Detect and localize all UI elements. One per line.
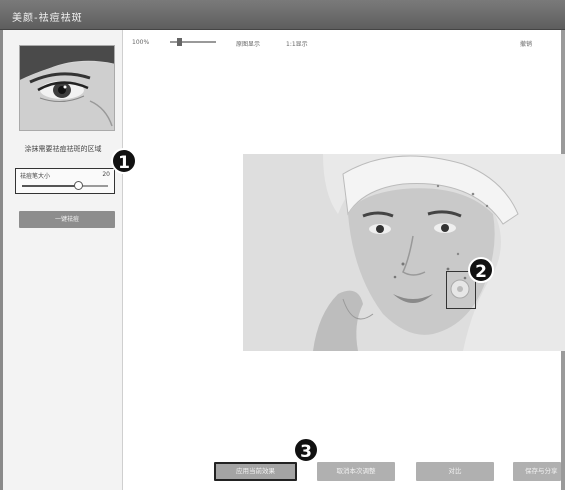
toolbar: 100% 原图显示 1:1显示 撤销 [124, 33, 561, 51]
apply-effect-button[interactable]: 应用当前效果 [214, 462, 297, 481]
brush-size-control: 祛痘笔大小 20 [15, 168, 115, 194]
hint-text: 涂抹需要祛痘祛斑的区域 [24, 145, 102, 153]
face-closeup-image [20, 46, 114, 130]
zoom-slider[interactable] [170, 38, 216, 46]
zoom-level: 100% [132, 39, 150, 46]
compare-button[interactable]: 对比 [416, 462, 494, 481]
save-share-button[interactable]: 保存与分享 [513, 462, 561, 481]
brush-size-label: 祛痘笔大小 [20, 173, 51, 180]
annotation-badge-3: 3 [293, 437, 319, 463]
brush-size-value: 20 [102, 171, 110, 178]
one-click-acne-button[interactable]: 一键祛痘 [19, 211, 115, 228]
undo-button[interactable]: 撤销 [520, 39, 532, 48]
sidebar-panel: 涂抹需要祛痘祛斑的区域 祛痘笔大小 20 一键祛痘 [3, 30, 123, 490]
window-title: 美颜-祛痘祛斑 [12, 13, 83, 24]
cancel-adjustment-button[interactable]: 取消本次调整 [317, 462, 395, 481]
preview-thumbnail [19, 45, 115, 131]
brush-size-slider[interactable] [22, 181, 108, 190]
original-view-button[interactable]: 原图显示 [236, 39, 260, 48]
annotation-badge-2: 2 [468, 257, 494, 283]
title-bar: 美颜-祛痘祛斑 [0, 0, 565, 30]
photo-canvas[interactable] [243, 154, 565, 351]
brush-size-handle[interactable] [73, 181, 83, 190]
zoom-slider-handle[interactable] [177, 38, 182, 46]
actual-size-button[interactable]: 1:1显示 [286, 39, 308, 48]
brush-size-fill [22, 185, 78, 187]
portrait-photo [243, 154, 565, 351]
annotation-badge-1: 1 [111, 148, 137, 174]
